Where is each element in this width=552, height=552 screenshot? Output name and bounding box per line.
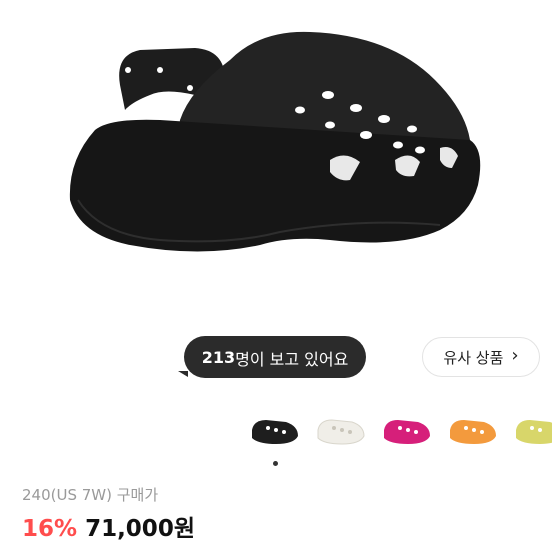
- viewers-count-badge: 213 명이 보고 있어요: [184, 336, 366, 378]
- clog-illustration: [69, 31, 481, 252]
- clog-thumbnail-icon: [252, 420, 298, 444]
- clog-thumbnail-icon: [450, 420, 496, 444]
- thumbnail-pink[interactable]: [378, 408, 436, 452]
- color-thumbnails: [246, 408, 552, 452]
- size-purchase-label: 240(US 7W) 구매가: [22, 486, 159, 504]
- discount-rate: 16%: [22, 516, 78, 542]
- thumbnail-lime[interactable]: [510, 408, 552, 452]
- similar-products-button[interactable]: 유사 상품 ›: [422, 337, 540, 377]
- similar-products-label: 유사 상품: [443, 348, 504, 367]
- thumbnail-black[interactable]: [246, 408, 304, 452]
- price-row: 16% 71,000원: [22, 509, 195, 543]
- carousel-indicator-dot: [273, 461, 278, 466]
- clog-thumbnail-icon: [516, 420, 552, 444]
- thumbnail-white[interactable]: [312, 408, 370, 452]
- clog-thumbnail-icon: [384, 420, 430, 444]
- badge-tail: [178, 371, 188, 377]
- thumbnail-orange[interactable]: [444, 408, 502, 452]
- clog-thumbnail-icon: [317, 419, 365, 445]
- chevron-right-icon: ›: [511, 345, 519, 366]
- viewers-text: 명이 보고 있어요: [235, 349, 349, 369]
- product-hero-image[interactable]: [0, 0, 552, 330]
- viewers-count: 213: [201, 348, 236, 367]
- price: 71,000원: [85, 516, 195, 542]
